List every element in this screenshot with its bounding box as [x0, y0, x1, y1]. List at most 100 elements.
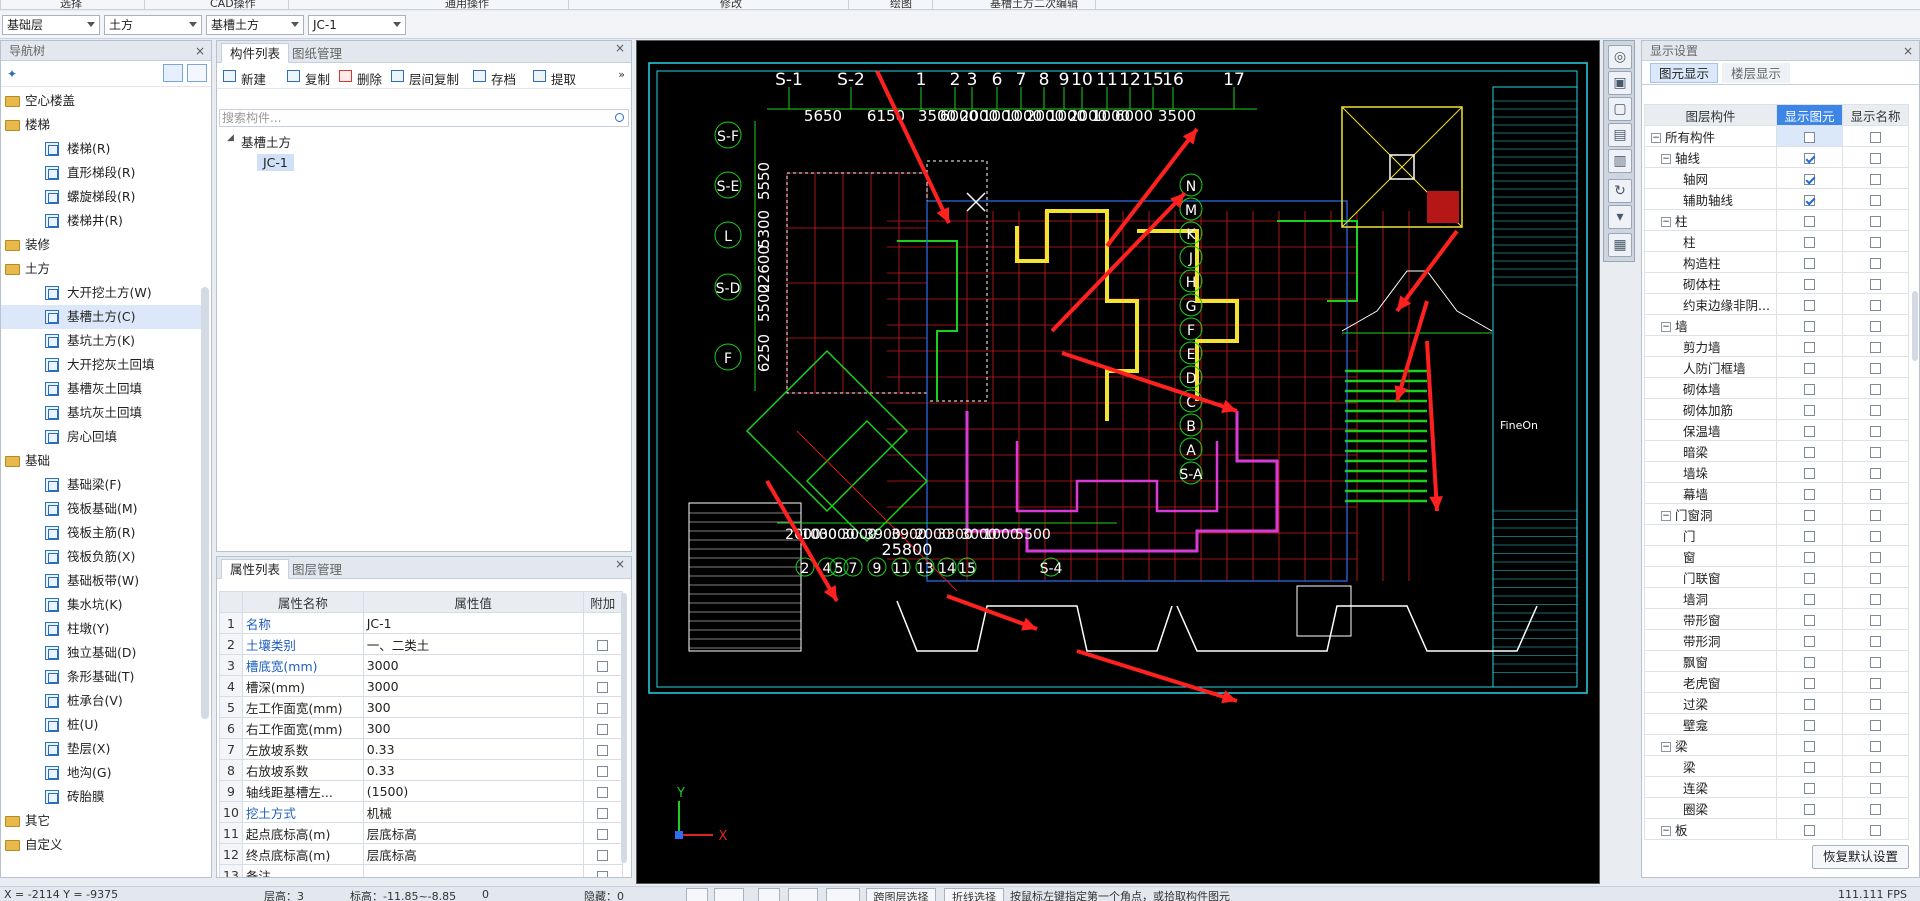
polyline-select-button[interactable]: 折线选择: [944, 888, 1004, 901]
show-element-checkbox[interactable]: [1804, 299, 1815, 311]
show-name-checkbox[interactable]: [1870, 677, 1881, 689]
nav-item[interactable]: 楼梯(R): [1, 137, 201, 161]
ribbon-group-1[interactable]: CAD操作: [210, 0, 256, 9]
show-element-checkbox[interactable]: [1804, 278, 1815, 290]
tab-element-display[interactable]: 图元显示: [1650, 63, 1719, 83]
prop-value[interactable]: [362, 864, 584, 877]
category-select[interactable]: 土方: [104, 15, 202, 35]
view-2d-icon[interactable]: ▢: [1608, 97, 1632, 121]
show-element-checkbox[interactable]: [1804, 425, 1815, 437]
nav-item[interactable]: 柱墩(Y): [1, 617, 201, 641]
nav-item[interactable]: 集水坑(K): [1, 593, 201, 617]
property-row[interactable]: 2 土壤类别 一、二类土: [219, 633, 623, 655]
prop-value[interactable]: 300: [362, 696, 584, 718]
property-row[interactable]: 5 左工作面宽(mm) 300: [219, 696, 623, 718]
show-name-checkbox[interactable]: [1870, 698, 1881, 710]
show-element-checkbox[interactable]: [1804, 530, 1815, 542]
tree-item-jc1[interactable]: JC-1: [257, 154, 294, 171]
nav-item[interactable]: 筏板负筋(X): [1, 545, 201, 569]
show-element-checkbox[interactable]: [1804, 614, 1815, 626]
list-view-icon[interactable]: [163, 64, 183, 82]
property-row[interactable]: 12 终点底标高(m) 层底标高: [219, 843, 623, 865]
tab-component-list[interactable]: 构件列表: [221, 43, 290, 63]
nav-item[interactable]: 直形梯段(R): [1, 161, 201, 185]
show-element-checkbox[interactable]: [1804, 635, 1815, 647]
show-name-checkbox[interactable]: [1870, 404, 1881, 416]
nav-item[interactable]: 基槽灰土回填: [1, 377, 201, 401]
copy-button[interactable]: 复制: [287, 69, 330, 88]
cross-layer-select-button[interactable]: 跨图层选择: [866, 888, 936, 901]
show-name-checkbox[interactable]: [1870, 152, 1881, 164]
nav-item[interactable]: 基础板带(W): [1, 569, 201, 593]
extra-checkbox[interactable]: [597, 639, 609, 651]
extra-checkbox[interactable]: [597, 702, 609, 714]
nav-item[interactable]: 桩承台(V): [1, 689, 201, 713]
ribbon-group-0[interactable]: 选择: [60, 0, 82, 9]
show-element-checkbox[interactable]: [1804, 593, 1815, 605]
show-element-checkbox[interactable]: [1804, 446, 1815, 458]
grid-view-icon[interactable]: [187, 64, 207, 82]
show-element-checkbox[interactable]: [1804, 719, 1815, 731]
fit-view-icon[interactable]: ▾: [1608, 205, 1632, 229]
cad-drawing-canvas[interactable]: FineOn S-1 S-2 1 2 3 6 7 8 9 10 11 12 15 16 17 5650 6150 3…: [636, 40, 1600, 884]
collapse-icon[interactable]: −: [1661, 826, 1671, 836]
show-name-checkbox[interactable]: [1870, 530, 1881, 542]
prop-value[interactable]: 0.33: [362, 759, 584, 781]
more-icon[interactable]: »: [618, 68, 625, 81]
layout-icon[interactable]: ▦: [1608, 233, 1632, 257]
rotate-icon[interactable]: ↻: [1608, 179, 1632, 203]
show-element-checkbox[interactable]: [1804, 677, 1815, 689]
show-name-checkbox[interactable]: [1870, 425, 1881, 437]
show-name-checkbox[interactable]: [1870, 278, 1881, 290]
nav-category[interactable]: 装修: [1, 233, 201, 257]
extra-checkbox[interactable]: [597, 870, 609, 877]
show-name-checkbox[interactable]: [1870, 761, 1881, 773]
nav-item[interactable]: 大开挖土方(W): [1, 281, 201, 305]
show-element-checkbox[interactable]: [1804, 551, 1815, 563]
save-button[interactable]: 存档: [473, 69, 516, 88]
nav-item[interactable]: 基坑土方(K): [1, 329, 201, 353]
show-name-checkbox[interactable]: [1870, 446, 1881, 458]
tree-expand-icon[interactable]: ◢: [227, 133, 234, 143]
show-name-checkbox[interactable]: [1870, 383, 1881, 395]
show-element-checkbox[interactable]: [1804, 572, 1815, 584]
show-element-checkbox[interactable]: [1804, 740, 1815, 752]
nav-item[interactable]: 垫层(X): [1, 737, 201, 761]
tab-floor-display[interactable]: 楼层显示: [1722, 63, 1791, 83]
nav-item[interactable]: 基础梁(F): [1, 473, 201, 497]
type-select[interactable]: 基槽土方: [206, 15, 304, 35]
tab-drawing-manage[interactable]: 图纸管理: [283, 43, 351, 63]
show-element-checkbox[interactable]: [1804, 824, 1815, 836]
nav-item[interactable]: 基坑灰土回填: [1, 401, 201, 425]
show-name-checkbox[interactable]: [1870, 257, 1881, 269]
show-element-checkbox[interactable]: [1804, 467, 1815, 479]
close-icon[interactable]: ×: [615, 557, 625, 571]
disp-header-show-element[interactable]: 显示图元: [1776, 104, 1843, 126]
show-name-checkbox[interactable]: [1870, 572, 1881, 584]
snap-toggle[interactable]: [686, 888, 708, 901]
tree-root[interactable]: 基槽土方: [241, 132, 291, 151]
prop-value[interactable]: 3000: [362, 675, 584, 697]
show-name-checkbox[interactable]: [1870, 719, 1881, 731]
property-row[interactable]: 4 槽深(mm) 3000: [219, 675, 623, 697]
property-row[interactable]: 7 左放坡系数 0.33: [219, 738, 623, 760]
extra-checkbox[interactable]: [597, 786, 609, 798]
show-element-checkbox[interactable]: [1804, 509, 1815, 521]
prop-value[interactable]: 0.33: [362, 738, 584, 760]
view-3d-icon[interactable]: ◎: [1608, 45, 1632, 69]
close-icon[interactable]: ×: [615, 41, 625, 55]
tab-layer-manage[interactable]: 图层管理: [283, 559, 351, 579]
property-row[interactable]: 6 右工作面宽(mm) 300: [219, 717, 623, 739]
disp-scrollbar[interactable]: [1912, 291, 1918, 361]
props-scrollbar[interactable]: [621, 593, 627, 863]
show-name-checkbox[interactable]: [1870, 467, 1881, 479]
property-row[interactable]: 8 右放坡系数 0.33: [219, 759, 623, 781]
property-row[interactable]: 9 轴线距基槽左... (1500): [219, 780, 623, 802]
search-icon[interactable]: [615, 113, 624, 122]
extra-checkbox[interactable]: [597, 723, 609, 735]
nav-item[interactable]: 大开挖灰土回填: [1, 353, 201, 377]
show-element-checkbox[interactable]: [1804, 257, 1815, 269]
prop-value[interactable]: 机械: [362, 801, 584, 823]
show-element-checkbox[interactable]: [1804, 194, 1815, 206]
show-element-checkbox[interactable]: [1804, 761, 1815, 773]
